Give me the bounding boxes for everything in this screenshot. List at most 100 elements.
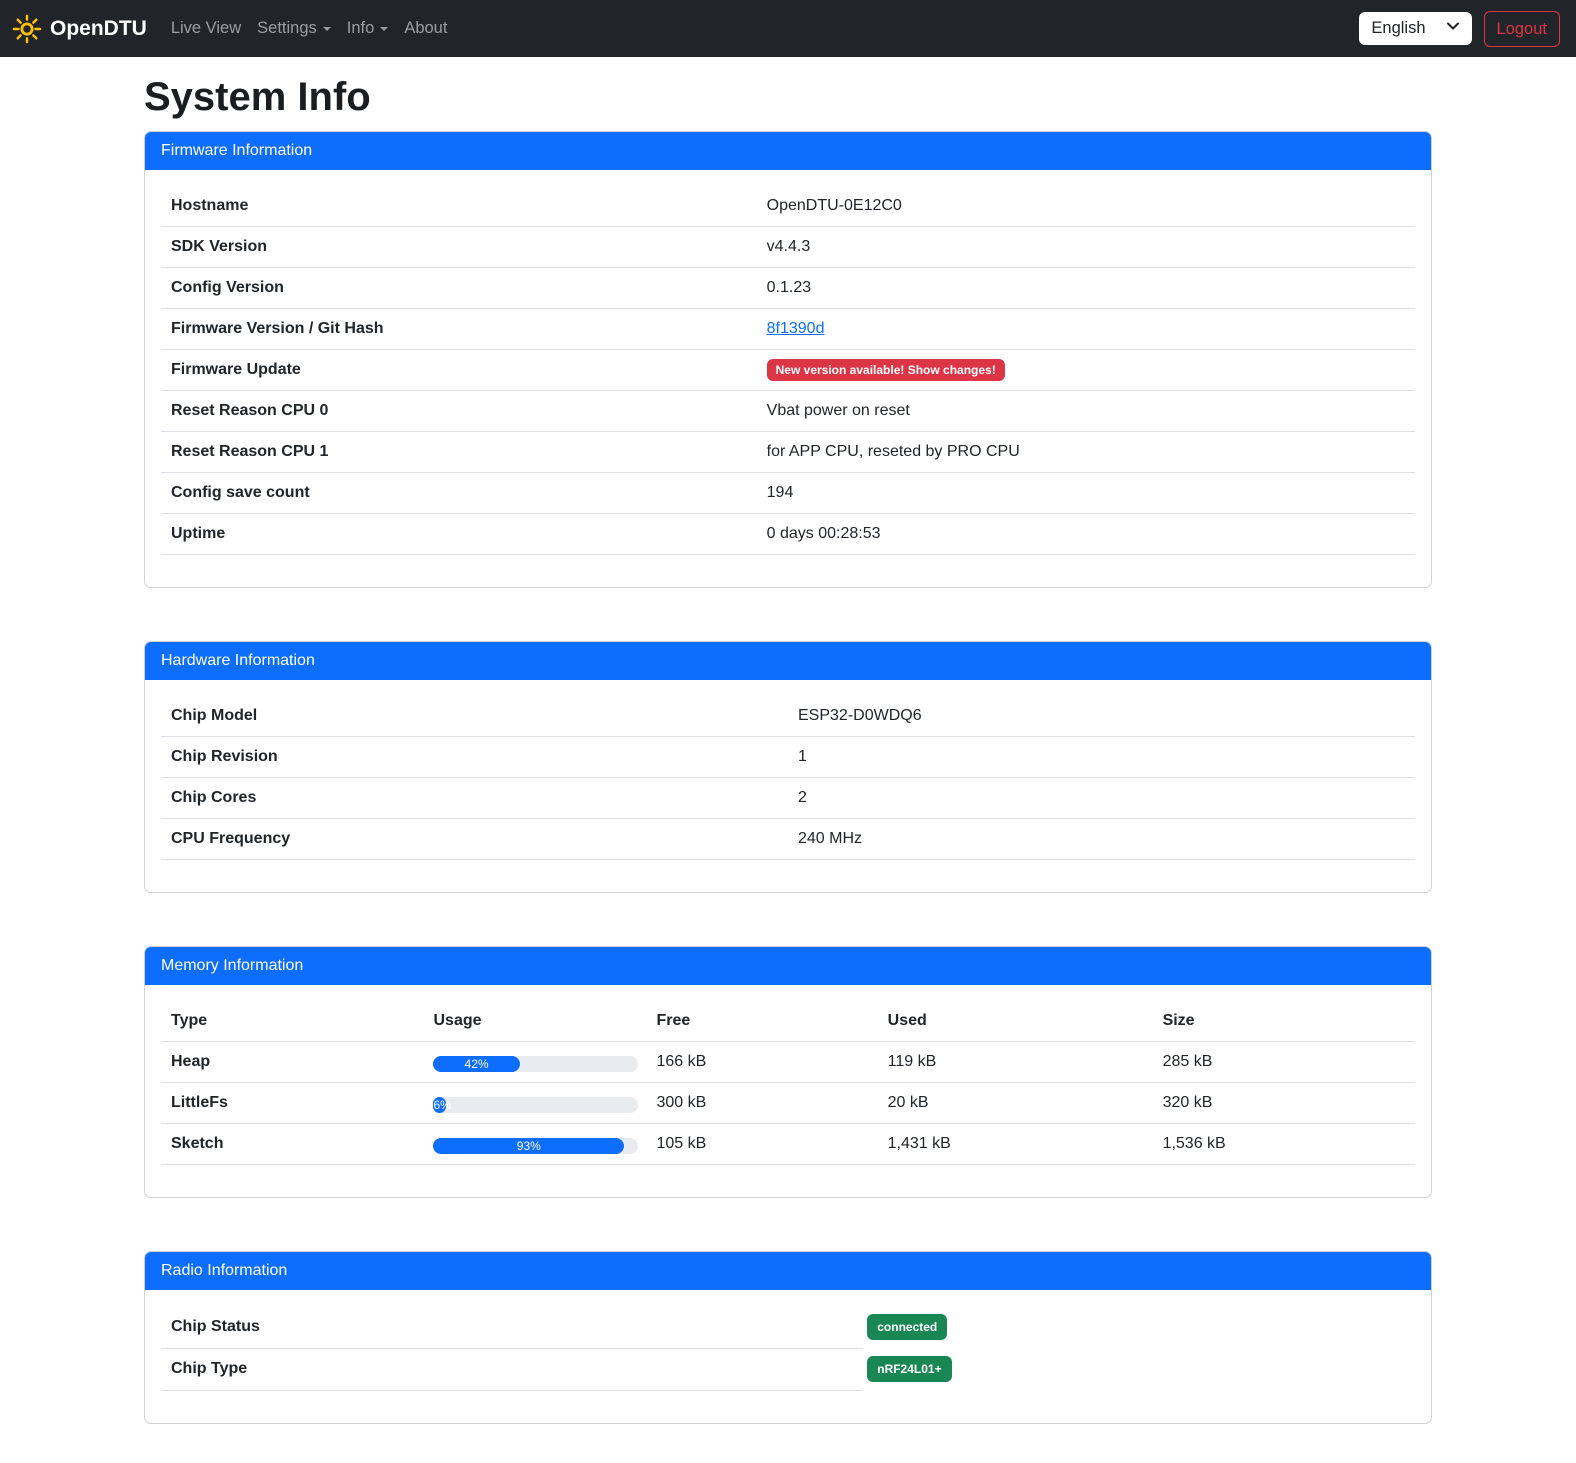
nav-item-info[interactable]: Info	[339, 11, 397, 46]
nav-item-live-view[interactable]: Live View	[163, 11, 249, 46]
table-row: CPU Frequency240 MHz	[161, 819, 1415, 860]
nav-item-label: About	[404, 19, 447, 37]
size-value: 285 kB	[1153, 1042, 1415, 1083]
free-value: 300 kB	[646, 1083, 877, 1124]
nav-item-label: Info	[347, 19, 375, 37]
table-row: Chip Revision1	[161, 737, 1415, 778]
firmware-table: HostnameOpenDTU-0E12C0 SDK Versionv4.4.3…	[161, 186, 1415, 555]
row-label: Uptime	[161, 514, 757, 555]
row-label: Reset Reason CPU 1	[161, 432, 757, 473]
used-value: 1,431 kB	[878, 1124, 1153, 1165]
table-row: Reset Reason CPU 1for APP CPU, reseted b…	[161, 432, 1415, 473]
page-container: System Info Firmware Information Hostnam…	[144, 57, 1432, 1424]
table-row: Heap 42% 166 kB 119 kB 285 kB	[161, 1042, 1415, 1083]
table-row: Chip ModelESP32-D0WDQ6	[161, 696, 1415, 737]
row-value: v4.4.3	[757, 227, 1415, 268]
free-value: 105 kB	[646, 1124, 877, 1165]
sketch-usage-progress: 93%	[433, 1138, 638, 1154]
littlefs-usage-progress: 6%	[433, 1097, 638, 1113]
logout-button[interactable]: Logout	[1484, 11, 1560, 47]
top-navbar: OpenDTU Live View Settings Info About En…	[0, 0, 1576, 57]
navbar-right: English Logout	[1359, 11, 1560, 47]
chevron-down-icon	[1446, 19, 1460, 38]
brand-label: OpenDTU	[50, 17, 147, 41]
row-label: Chip Revision	[161, 737, 788, 778]
heap-usage-progress: 42%	[433, 1056, 638, 1072]
table-row: Chip Type nRF24L01+	[161, 1348, 1415, 1390]
table-row: Uptime0 days 00:28:53	[161, 514, 1415, 555]
row-value: 1	[788, 737, 1415, 778]
usage-cell: 93%	[423, 1124, 646, 1165]
nav-item-label: Live View	[171, 19, 241, 37]
row-value: New version available! Show changes!	[757, 350, 1415, 391]
row-value: 2	[788, 778, 1415, 819]
row-label: SDK Version	[161, 227, 757, 268]
sketch-usage-progress-bar: 93%	[433, 1138, 624, 1154]
language-select-value: English	[1371, 19, 1425, 38]
memory-card-body: Type Usage Free Used Size Heap 42%	[145, 985, 1431, 1197]
row-value: 8f1390d	[757, 309, 1415, 350]
free-value: 166 kB	[646, 1042, 877, 1083]
firmware-update-badge[interactable]: New version available! Show changes!	[767, 359, 1005, 381]
row-value: nRF24L01+	[863, 1348, 1415, 1390]
hardware-information-card: Hardware Information Chip ModelESP32-D0W…	[144, 641, 1432, 893]
chip-type-badge: nRF24L01+	[867, 1356, 951, 1382]
sun-logo-icon	[12, 14, 42, 44]
radio-table: Chip Status connected Chip Type nRF24L01…	[161, 1306, 1415, 1391]
row-value: ESP32-D0WDQ6	[788, 696, 1415, 737]
littlefs-usage-progress-bar: 6%	[433, 1097, 445, 1113]
table-row: Sketch 93% 105 kB 1,431 kB 1,536 kB	[161, 1124, 1415, 1165]
hardware-table: Chip ModelESP32-D0WDQ6 Chip Revision1 Ch…	[161, 696, 1415, 860]
language-select[interactable]: English	[1359, 12, 1471, 45]
hardware-card-header: Hardware Information	[145, 642, 1431, 680]
column-header-size: Size	[1153, 1001, 1415, 1042]
table-header-row: Type Usage Free Used Size	[161, 1001, 1415, 1042]
row-label: Reset Reason CPU 0	[161, 391, 757, 432]
row-value: 240 MHz	[788, 819, 1415, 860]
nav-item-label: Settings	[257, 19, 317, 37]
chip-status-badge: connected	[867, 1314, 947, 1340]
row-label: Config save count	[161, 473, 757, 514]
row-value: for APP CPU, reseted by PRO CPU	[757, 432, 1415, 473]
memory-table: Type Usage Free Used Size Heap 42%	[161, 1001, 1415, 1165]
table-row: Firmware Version / Git Hash 8f1390d	[161, 309, 1415, 350]
row-label: Heap	[161, 1042, 423, 1083]
caret-down-icon	[323, 27, 331, 31]
row-value: 0 days 00:28:53	[757, 514, 1415, 555]
row-label: CPU Frequency	[161, 819, 788, 860]
memory-card-header: Memory Information	[145, 947, 1431, 985]
row-label: Chip Type	[161, 1348, 863, 1390]
row-label: Sketch	[161, 1124, 423, 1165]
radio-card-body: Chip Status connected Chip Type nRF24L01…	[145, 1290, 1431, 1423]
row-value: 194	[757, 473, 1415, 514]
hardware-card-body: Chip ModelESP32-D0WDQ6 Chip Revision1 Ch…	[145, 680, 1431, 892]
row-label: Hostname	[161, 186, 757, 227]
caret-down-icon	[380, 27, 388, 31]
brand-link[interactable]: OpenDTU	[12, 14, 147, 44]
nav-links: Live View Settings Info About	[163, 11, 456, 46]
radio-information-card: Radio Information Chip Status connected …	[144, 1251, 1432, 1424]
row-value: 0.1.23	[757, 268, 1415, 309]
firmware-card-header: Firmware Information	[145, 132, 1431, 170]
size-value: 320 kB	[1153, 1083, 1415, 1124]
table-row: Chip Status connected	[161, 1306, 1415, 1348]
table-row: Reset Reason CPU 0Vbat power on reset	[161, 391, 1415, 432]
row-label: Firmware Update	[161, 350, 757, 391]
used-value: 20 kB	[878, 1083, 1153, 1124]
radio-card-header: Radio Information	[145, 1252, 1431, 1290]
nav-item-settings[interactable]: Settings	[249, 11, 339, 46]
page-title: System Info	[144, 73, 1432, 121]
git-hash-link[interactable]: 8f1390d	[767, 320, 825, 337]
row-label: Chip Status	[161, 1306, 863, 1348]
heap-usage-progress-bar: 42%	[433, 1056, 519, 1072]
table-row: LittleFs 6% 300 kB 20 kB 320 kB	[161, 1083, 1415, 1124]
firmware-information-card: Firmware Information HostnameOpenDTU-0E1…	[144, 131, 1432, 588]
size-value: 1,536 kB	[1153, 1124, 1415, 1165]
column-header-used: Used	[878, 1001, 1153, 1042]
nav-item-about[interactable]: About	[396, 11, 455, 46]
firmware-card-body: HostnameOpenDTU-0E12C0 SDK Versionv4.4.3…	[145, 170, 1431, 587]
used-value: 119 kB	[878, 1042, 1153, 1083]
row-label: Firmware Version / Git Hash	[161, 309, 757, 350]
memory-information-card: Memory Information Type Usage Free Used …	[144, 946, 1432, 1198]
row-label: LittleFs	[161, 1083, 423, 1124]
